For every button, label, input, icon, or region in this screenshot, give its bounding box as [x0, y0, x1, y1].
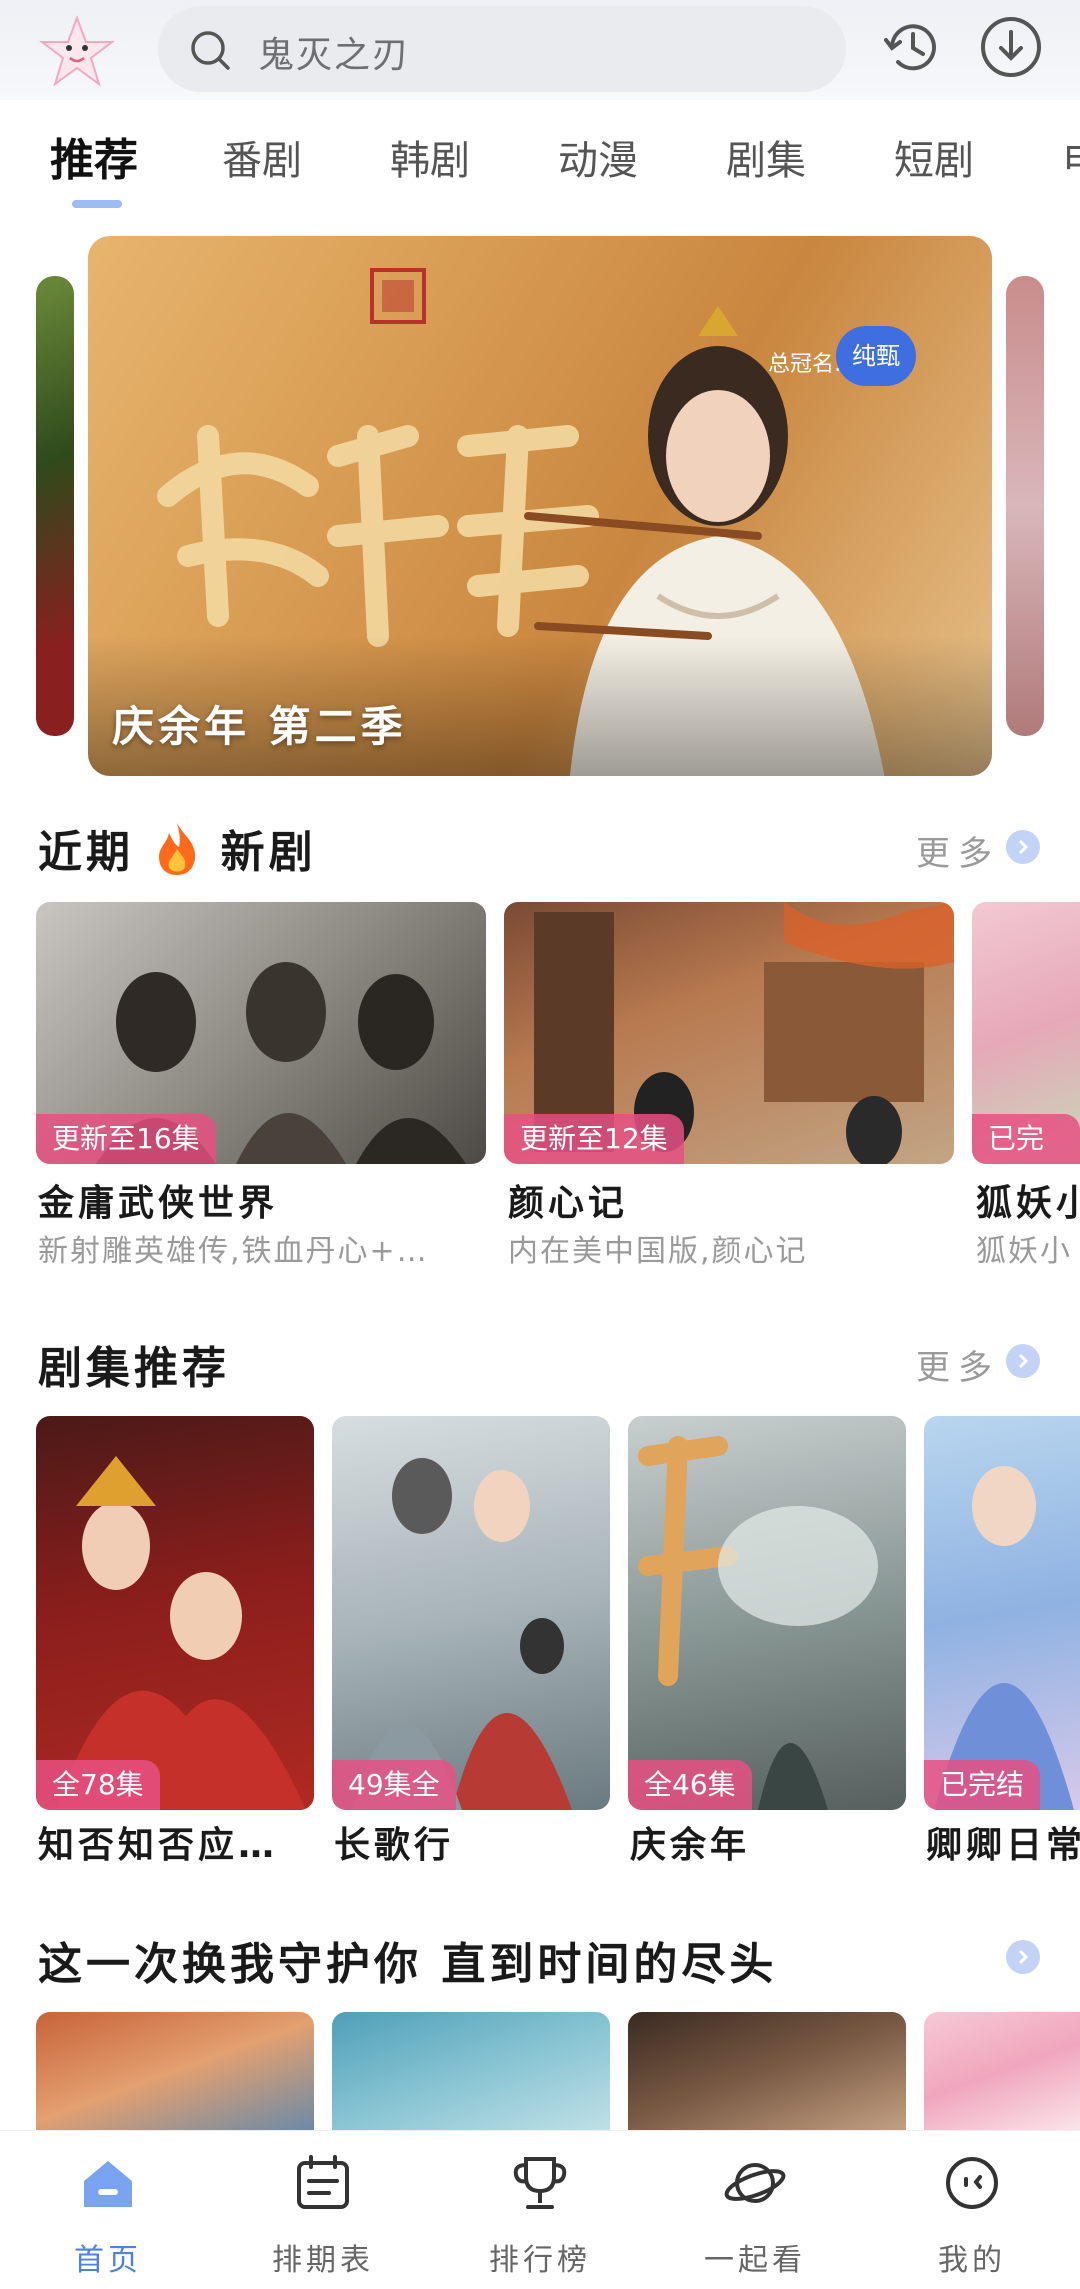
profile-icon — [946, 2157, 998, 2209]
episode-badge: 已完结 — [924, 1760, 1041, 1810]
nav-label: 一起看 — [704, 2243, 806, 2278]
episode-badge: 全46集 — [628, 1760, 752, 1810]
section-title-recent-part2: 新剧 — [220, 827, 317, 878]
episode-badge: 更新至12集 — [504, 1114, 684, 1164]
series-card-3-poster — [638, 1436, 878, 1810]
fire-icon — [159, 823, 196, 875]
series-card-4-title[interactable]: 卿卿日常 — [926, 1816, 1080, 1868]
planet-icon — [724, 2163, 786, 2203]
nav-home[interactable]: 首页 — [28, 2151, 188, 2279]
recent-more-link[interactable]: 更多 — [916, 826, 1000, 875]
history-icon[interactable] — [880, 14, 946, 80]
download-icon[interactable] — [978, 14, 1044, 80]
recent-card-1-subtitle: 新射雕英雄传,铁血丹心+… — [38, 1234, 429, 1269]
tab-animation[interactable]: 动漫 — [558, 128, 638, 186]
tab-korean-drama[interactable]: 韩剧 — [390, 128, 470, 186]
nav-label: 排期表 — [272, 2243, 374, 2278]
recent-card-2-subtitle: 内在美中国版,颜心记 — [508, 1234, 808, 1269]
banner-prev-peek[interactable] — [36, 276, 74, 736]
top-bar: 鬼灭之刃 — [0, 0, 1080, 100]
tab-recommend[interactable]: 推荐 — [50, 124, 138, 188]
banner-next-peek[interactable] — [1006, 276, 1044, 736]
episode-badge: 已完结 — [972, 1114, 1080, 1164]
series-card-1-poster — [56, 1456, 306, 1810]
home-icon — [84, 2161, 132, 2207]
series-card-2[interactable]: 49集全 — [332, 1416, 610, 1810]
series-card-3-title[interactable]: 庆余年 — [630, 1816, 906, 1868]
guard-card-1[interactable] — [36, 2012, 314, 2130]
guard-card-4[interactable] — [924, 2012, 1080, 2130]
tab-movie[interactable]: 电 — [1062, 128, 1080, 186]
nav-ranking[interactable]: 排行榜 — [460, 2151, 620, 2279]
section-title-series: 剧集推荐 — [38, 1343, 230, 1394]
section-title-recent: 近期 新剧 — [38, 816, 317, 880]
tab-drama[interactable]: 剧集 — [726, 128, 806, 186]
episode-badge: 49集全 — [332, 1760, 456, 1810]
nav-label: 排行榜 — [489, 2243, 591, 2278]
banner-title: 庆余年 第二季 — [112, 702, 407, 751]
banner-sponsor-label: 总冠名: — [768, 352, 842, 377]
trophy-icon — [513, 2157, 567, 2209]
search-placeholder: 鬼灭之刃 — [258, 35, 411, 76]
section-title-guard: 这一次换我守护你 直到时间的尽头 — [38, 1939, 778, 1990]
nav-schedule[interactable]: 排期表 — [243, 2151, 403, 2279]
guard-card-3[interactable] — [628, 2012, 906, 2130]
chevron-right-icon[interactable] — [1006, 1344, 1040, 1378]
series-card-2-poster — [352, 1458, 572, 1810]
nav-watch-together[interactable]: 一起看 — [675, 2151, 835, 2279]
category-tabs: 推荐 番剧 韩剧 动漫 剧集 短剧 电 — [0, 120, 1080, 210]
series-card-4[interactable]: 已完结 — [924, 1416, 1080, 1810]
chevron-right-icon[interactable] — [1006, 830, 1040, 864]
search-icon — [191, 31, 230, 70]
tab-anime-series[interactable]: 番剧 — [222, 128, 302, 186]
series-more-link[interactable]: 更多 — [916, 1340, 1000, 1389]
recent-card-2[interactable]: 更新至12集 — [504, 902, 954, 1164]
nav-profile[interactable]: 我的 — [892, 2151, 1052, 2279]
episode-badge: 全78集 — [36, 1760, 160, 1810]
featured-banner[interactable]: 总冠名: 纯甄 庆余年 第二季 — [88, 236, 992, 776]
app-logo-icon — [39, 15, 115, 87]
chevron-right-icon[interactable] — [1006, 1940, 1040, 1974]
active-tab-indicator — [72, 200, 122, 208]
section-title-recent-part1: 近期 — [38, 827, 134, 878]
banner-sponsor-badge: 纯甄 — [836, 326, 916, 386]
series-card-3[interactable]: 全46集 — [628, 1416, 906, 1810]
nav-label: 首页 — [74, 2243, 142, 2278]
recent-card-2-title[interactable]: 颜心记 — [508, 1174, 948, 1226]
series-card-1-title[interactable]: 知否知否应… — [38, 1816, 314, 1868]
schedule-icon — [297, 2155, 349, 2209]
nav-label: 我的 — [938, 2243, 1006, 2278]
recent-card-3-subtitle: 狐妖小 — [976, 1234, 1072, 1269]
recent-card-1-title[interactable]: 金庸武侠世界 — [38, 1174, 478, 1226]
recent-card-1[interactable]: 更新至16集 — [36, 902, 486, 1164]
episode-badge: 更新至16集 — [36, 1114, 216, 1164]
series-card-4-poster — [934, 1466, 1074, 1810]
tab-short-drama[interactable]: 短剧 — [894, 128, 974, 186]
series-card-1[interactable]: 全78集 — [36, 1416, 314, 1810]
series-card-2-title[interactable]: 长歌行 — [334, 1816, 610, 1868]
bottom-navigation: 首页 排期表 排行榜 一起看 我的 — [0, 2130, 1080, 2289]
guard-card-2[interactable] — [332, 2012, 610, 2130]
search-bar[interactable]: 鬼灭之刃 — [158, 6, 846, 92]
recent-card-3[interactable]: 已完结 — [972, 902, 1080, 1164]
seal-stamp-icon — [370, 268, 426, 324]
recent-card-3-title[interactable]: 狐妖小 — [976, 1174, 1080, 1226]
